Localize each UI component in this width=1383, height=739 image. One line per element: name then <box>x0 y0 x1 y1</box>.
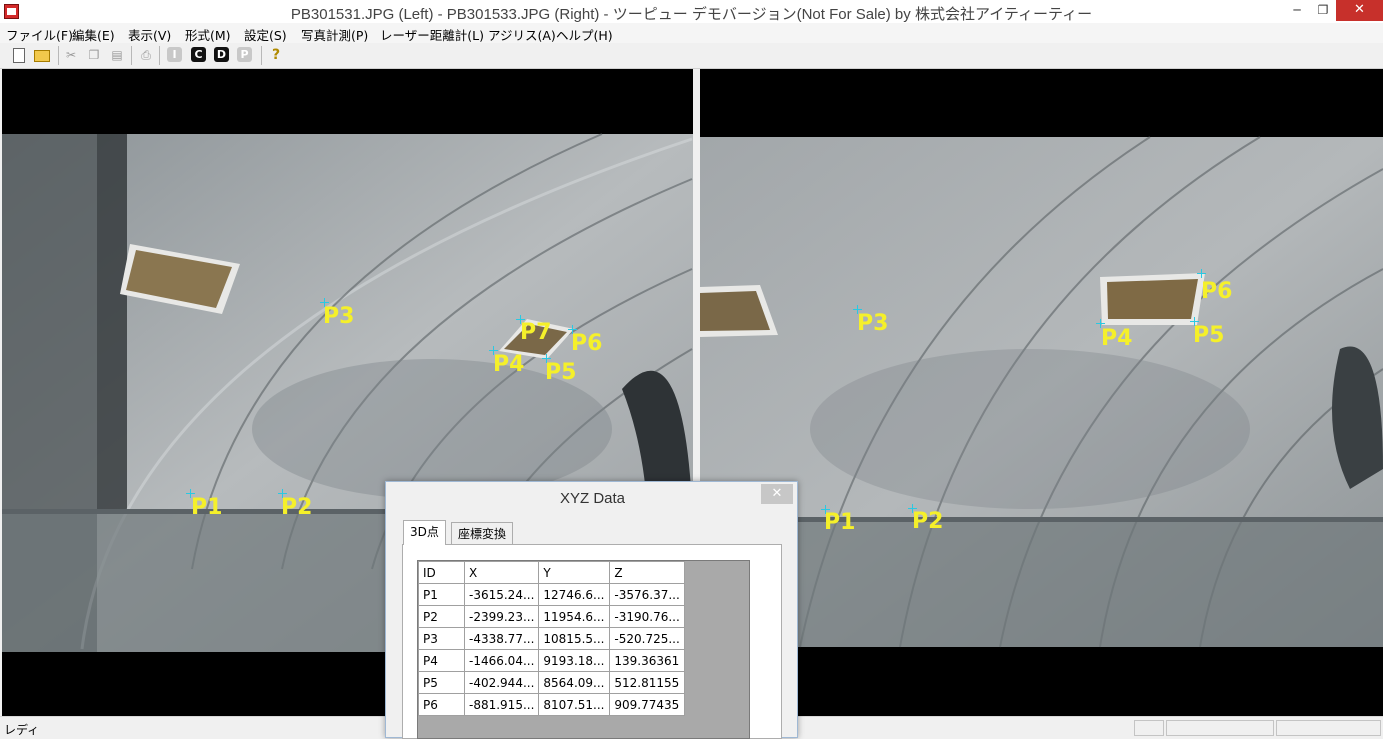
column-header-id[interactable]: ID <box>418 561 465 584</box>
right-tunnel-photo <box>700 136 1383 648</box>
cell-y: 8564.09... <box>538 671 611 694</box>
copy-icon[interactable]: ❐ <box>85 46 103 64</box>
c-mode-icon[interactable]: C <box>191 47 206 62</box>
i-mode-icon[interactable]: I <box>167 47 182 62</box>
table-row[interactable]: P3 -4338.77... 10815.5... -520.725... <box>418 627 685 650</box>
tab-coordinate-transform[interactable]: 座標変換 <box>451 522 514 544</box>
point-label: P6 <box>1201 279 1233 304</box>
menu-laser[interactable]: レーザー距離計(L) <box>380 25 484 44</box>
cell-id: P1 <box>418 583 465 606</box>
point-label: P4 <box>1101 326 1133 351</box>
minimize-button[interactable]: ─ <box>1284 0 1310 21</box>
cell-z: 512.81155 <box>609 671 685 694</box>
status-text: レディ <box>4 723 40 737</box>
cell-id: P3 <box>418 627 465 650</box>
table-row[interactable]: P5 -402.944... 8564.09... 512.81155 <box>418 671 685 694</box>
close-button[interactable]: ✕ <box>1336 0 1383 21</box>
toolbar-separator <box>261 46 262 65</box>
column-header-x[interactable]: X <box>463 561 540 584</box>
cell-z: -520.725... <box>609 627 685 650</box>
point-crosshair <box>1197 269 1206 278</box>
point-label: P1 <box>824 510 856 535</box>
toolbar-separator <box>58 46 59 65</box>
menu-photo-measure[interactable]: 写真計測(P) <box>301 25 368 44</box>
point-label: P3 <box>857 311 889 336</box>
cell-z: -3576.37... <box>609 583 685 606</box>
xyz-data-dialog: XYZ Data ✕ 3D点 座標変換 ID X Y Z P1 -3615.24… <box>385 481 798 739</box>
point-label: P3 <box>323 304 355 329</box>
cell-id: P5 <box>418 671 465 694</box>
menu-format[interactable]: 形式(M) <box>185 25 231 44</box>
cell-x: -4338.77... <box>463 627 540 650</box>
point-label: P2 <box>912 509 944 534</box>
xyz-table: ID X Y Z P1 -3615.24... 12746.6... -3576… <box>418 561 685 716</box>
cell-z: -3190.76... <box>609 605 685 628</box>
table-row[interactable]: P6 -881.915... 8107.51... 909.77435 <box>418 693 685 716</box>
point-label: P6 <box>571 331 603 356</box>
cell-x: -1466.04... <box>463 649 540 672</box>
point-label: P7 <box>520 320 552 345</box>
right-image-pane[interactable]: P1 P2 P3 P4 P5 P6 <box>700 69 1383 716</box>
cell-x: -402.944... <box>463 671 540 694</box>
cell-id: P2 <box>418 605 465 628</box>
column-header-z[interactable]: Z <box>609 561 685 584</box>
column-header-y[interactable]: Y <box>538 561 611 584</box>
toolbar-separator <box>159 46 160 65</box>
cell-y: 9193.18... <box>538 649 611 672</box>
print-icon[interactable]: ⎙ <box>137 46 155 64</box>
cell-y: 11954.6... <box>538 605 611 628</box>
toolbar: ✂ ❐ ▤ ⎙ I C D P ? <box>0 43 1383 69</box>
menu-view[interactable]: 表示(V) <box>128 25 171 44</box>
new-file-icon[interactable] <box>13 48 25 63</box>
table-row[interactable]: P1 -3615.24... 12746.6... -3576.37... <box>418 583 685 606</box>
status-panel <box>1166 720 1274 736</box>
status-panel <box>1134 720 1164 736</box>
paste-icon[interactable]: ▤ <box>108 46 126 64</box>
cell-id: P6 <box>418 693 465 716</box>
status-panel <box>1276 720 1381 736</box>
restore-button[interactable]: ❐ <box>1310 0 1336 21</box>
point-label: P5 <box>545 360 577 385</box>
menu-settings[interactable]: 設定(S) <box>244 25 287 44</box>
tab-3d-points[interactable]: 3D点 <box>403 520 446 545</box>
cell-id: P4 <box>418 649 465 672</box>
d-mode-icon[interactable]: D <box>214 47 229 62</box>
table-header-row: ID X Y Z <box>418 561 685 584</box>
cell-x: -2399.23... <box>463 605 540 628</box>
window-title: PB301531.JPG (Left) - PB301533.JPG (Righ… <box>290 6 1093 23</box>
cell-z: 909.77435 <box>609 693 685 716</box>
cell-y: 8107.51... <box>538 693 611 716</box>
title-bar: PB301531.JPG (Left) - PB301533.JPG (Righ… <box>0 0 1383 24</box>
menu-edit[interactable]: 編集(E) <box>72 25 115 44</box>
cell-z: 139.36361 <box>609 649 685 672</box>
table-row[interactable]: P4 -1466.04... 9193.18... 139.36361 <box>418 649 685 672</box>
point-label: P4 <box>493 352 525 377</box>
point-label: P5 <box>1193 323 1225 348</box>
cell-y: 12746.6... <box>538 583 611 606</box>
cell-x: -881.915... <box>463 693 540 716</box>
dialog-close-button[interactable]: ✕ <box>761 484 793 504</box>
dialog-title: XYZ Data <box>559 490 626 507</box>
point-label: P1 <box>191 495 223 520</box>
menu-agilis[interactable]: アジリス(A) <box>488 25 556 44</box>
table-row[interactable]: P2 -2399.23... 11954.6... -3190.76... <box>418 605 685 628</box>
menu-help[interactable]: ヘルプ(H) <box>556 25 613 44</box>
open-folder-icon[interactable] <box>34 50 50 62</box>
menu-bar: ファイル(F) 編集(E) 表示(V) 形式(M) 設定(S) 写真計測(P) … <box>0 23 1383 43</box>
point-label: P2 <box>281 495 313 520</box>
menu-file[interactable]: ファイル(F) <box>6 25 73 44</box>
toolbar-separator <box>131 46 132 65</box>
p-mode-icon[interactable]: P <box>237 47 252 62</box>
help-icon[interactable]: ? <box>267 46 285 64</box>
cut-icon[interactable]: ✂ <box>62 46 80 64</box>
cell-x: -3615.24... <box>463 583 540 606</box>
cell-y: 10815.5... <box>538 627 611 650</box>
